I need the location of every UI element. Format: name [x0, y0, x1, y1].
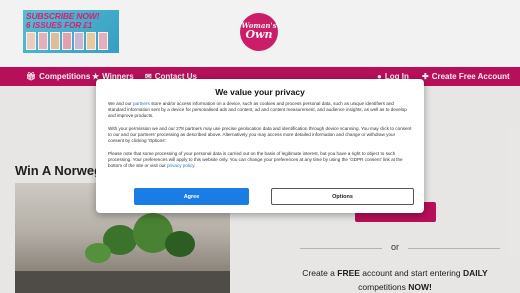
options-button[interactable]: Options	[271, 188, 414, 205]
consent-text: .	[194, 163, 196, 168]
privacy-policy-link[interactable]: privacy policy	[167, 163, 194, 168]
consent-title: We value your privacy	[215, 87, 305, 97]
consent-text: store and/or access information on a dev…	[108, 101, 407, 118]
agree-button[interactable]: Agree	[134, 188, 249, 205]
partners-link[interactable]: partners	[133, 101, 150, 106]
consent-text: Please note that some processing of your…	[108, 151, 403, 168]
consent-paragraph-3: Please note that some processing of your…	[108, 151, 412, 169]
consent-paragraph-2: With your permission we and our 278 part…	[108, 126, 412, 143]
consent-paragraph-1: We and our partners store and/or access …	[108, 101, 412, 119]
consent-text: We and our	[108, 101, 133, 106]
consent-dialog: We value your privacy We and our partner…	[96, 79, 424, 213]
